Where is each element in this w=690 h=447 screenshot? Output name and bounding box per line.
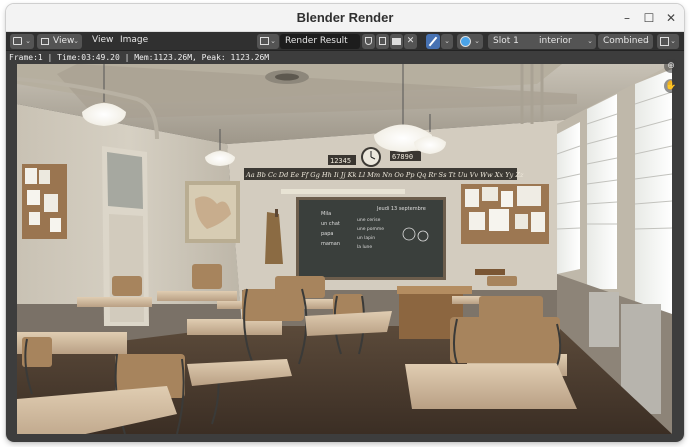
- board-word-1: une cerise: [357, 217, 381, 223]
- view-dropdown-label: View: [53, 36, 75, 46]
- shield-icon: [365, 37, 372, 45]
- board-line-1: Mila: [321, 211, 331, 217]
- sample-tool-button[interactable]: [426, 34, 440, 49]
- layer-dropdown[interactable]: interior ⌄: [534, 34, 596, 49]
- gizmo-icon: [660, 37, 669, 46]
- zoom-icon[interactable]: ⊕: [664, 59, 678, 73]
- view-mode-icon: [41, 38, 49, 45]
- menu-view[interactable]: View: [92, 35, 113, 45]
- window-title: Blender Render: [296, 10, 394, 25]
- maximize-button[interactable]: ☐: [640, 9, 658, 27]
- copy-icon: [379, 37, 386, 45]
- board-word-3: un lapin: [357, 235, 375, 241]
- title-bar: Blender Render – ☐ ✕: [6, 4, 684, 32]
- image-icon: [260, 37, 269, 45]
- board-line-2: un chat: [321, 221, 340, 227]
- display-channels-dropdown[interactable]: ⌄: [457, 34, 483, 49]
- layer-label: interior: [539, 36, 572, 46]
- classroom-render: Aa Bb Cc Dd Ee Ff Gg Hh Ii Jj Kk Ll Mm N…: [17, 64, 672, 434]
- view-options-button[interactable]: ⌄: [657, 34, 679, 49]
- board-line-4: maman: [321, 241, 340, 247]
- blender-window: Blender Render – ☐ ✕ ⌄ View ⌄ View Image…: [6, 4, 684, 442]
- eyedropper-icon: [428, 36, 438, 47]
- close-icon: ✕: [406, 36, 415, 46]
- menu-image[interactable]: Image: [120, 35, 148, 45]
- image-editor-header: ⌄ View ⌄ View Image ⌄ Render Result ✕ ⌄: [6, 32, 684, 51]
- unlink-image-button[interactable]: ✕: [404, 34, 417, 49]
- number-card-left: 12345: [330, 157, 351, 165]
- board-date: Jeudi 13 septembre: [376, 206, 426, 212]
- render-result-image: Aa Bb Cc Dd Ee Ff Gg Hh Ii Jj Kk Ll Mm N…: [17, 64, 672, 434]
- folder-icon: [392, 38, 401, 45]
- color-alpha-icon: [460, 36, 471, 47]
- pass-dropdown[interactable]: Combined ⌄: [598, 34, 653, 49]
- render-info: Frame:1 | Time:03:49.20 | Mem:1123.26M, …: [9, 53, 270, 62]
- editor-type-button[interactable]: ⌄: [10, 34, 34, 49]
- image-editor-icon: [13, 37, 22, 45]
- image-name-field[interactable]: Render Result: [280, 34, 360, 49]
- tool-options-dropdown[interactable]: ⌄: [441, 34, 453, 49]
- minimize-button[interactable]: –: [618, 9, 636, 27]
- slot-label: Slot 1: [493, 36, 519, 46]
- board-word-2: une pomme: [357, 227, 384, 232]
- board-line-3: papa: [321, 231, 333, 237]
- open-image-button[interactable]: [390, 34, 403, 49]
- pass-label: Combined: [603, 36, 649, 46]
- alphabet-strip: Aa Bb Cc Dd Ee Ff Gg Hh Ii Jj Kk Ll Mm N…: [245, 171, 524, 179]
- duplicate-image-button[interactable]: [376, 34, 389, 49]
- view-mode-dropdown[interactable]: View ⌄: [37, 34, 82, 49]
- browse-image-button[interactable]: ⌄: [257, 34, 279, 49]
- number-card-right: 67890: [392, 153, 413, 161]
- close-button[interactable]: ✕: [662, 9, 680, 27]
- board-word-4: la lune: [357, 244, 372, 250]
- pan-hand-icon[interactable]: ✋: [664, 79, 678, 93]
- image-viewport[interactable]: Frame:1 | Time:03:49.20 | Mem:1123.26M, …: [6, 51, 684, 442]
- fake-user-button[interactable]: [362, 34, 375, 49]
